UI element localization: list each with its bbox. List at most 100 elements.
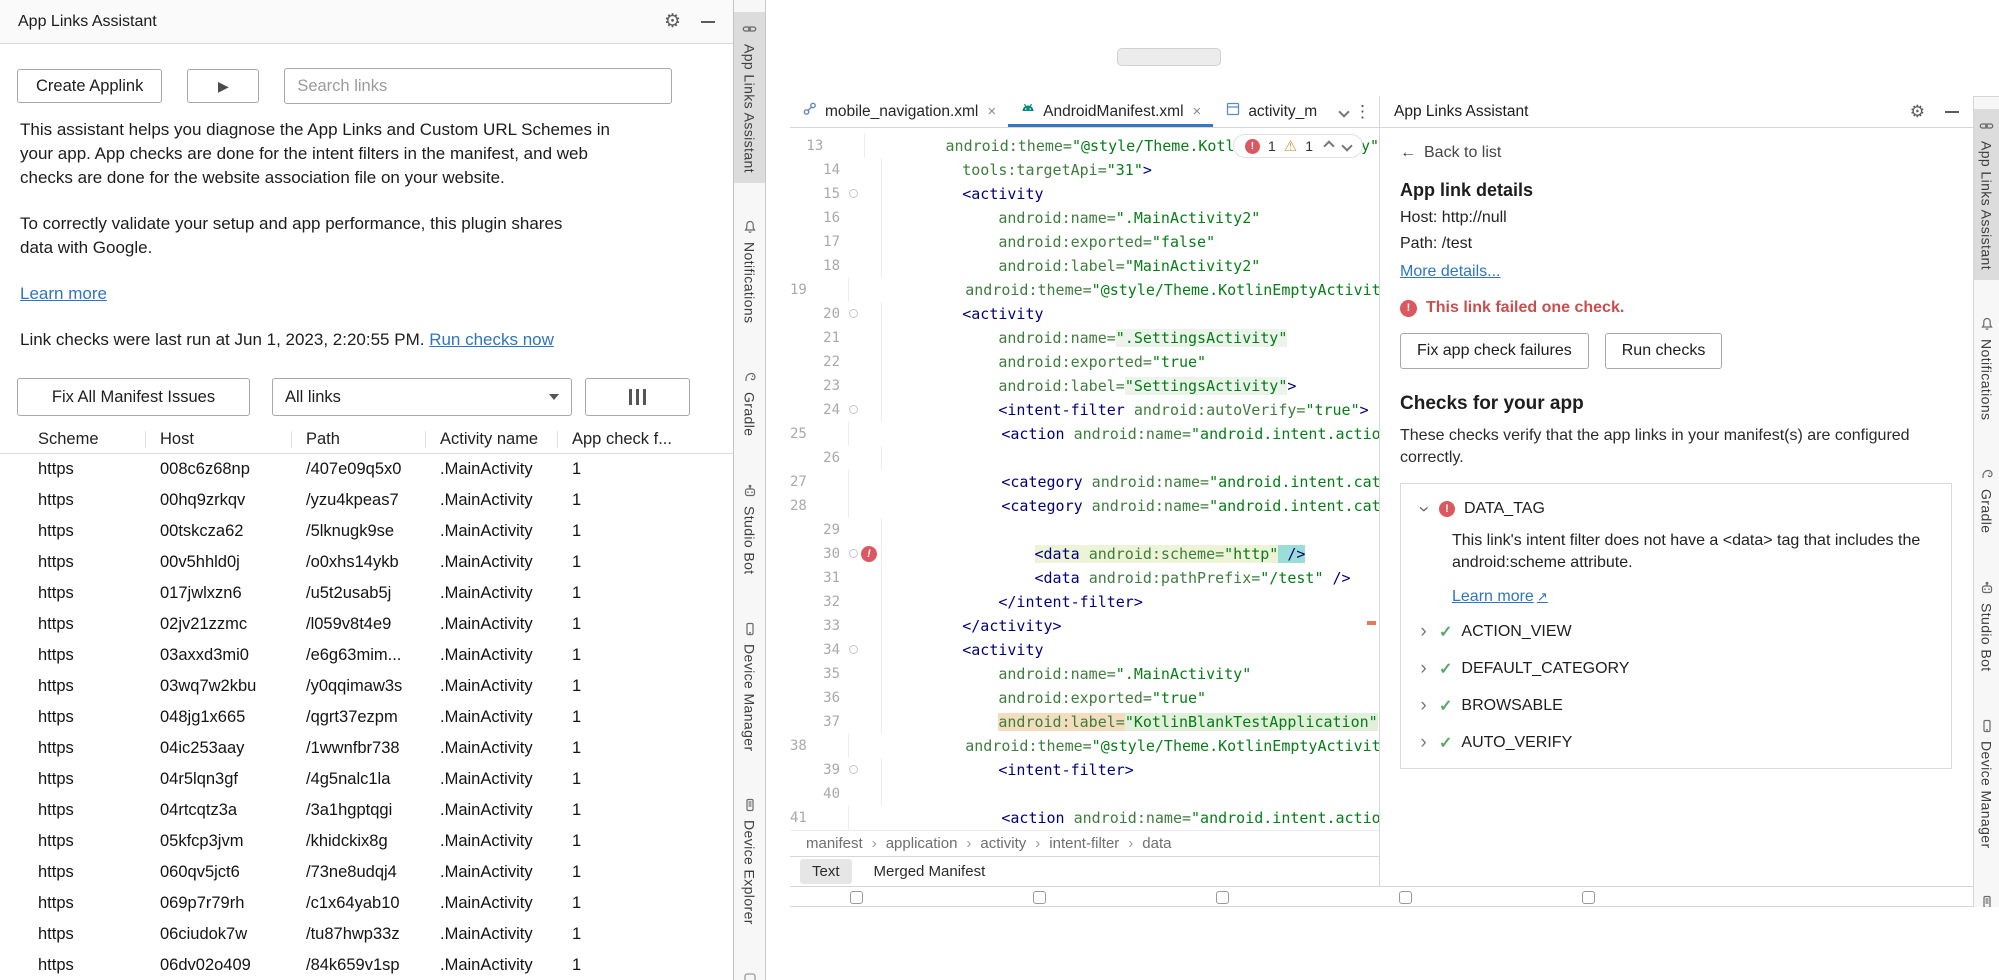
table-row[interactable]: https06ciudok7w/tu87hwp33z.MainActivity1 [0,919,733,950]
tab-merged-manifest[interactable]: Merged Manifest [862,859,998,884]
tool-icon[interactable] [1582,891,1595,904]
code-line[interactable]: 22 android:exported="true" [790,350,1379,374]
tab-text[interactable]: Text [800,859,852,884]
tab-mobile-navigation-xml[interactable]: mobile_navigation.xml × [790,96,1008,127]
create-applink-button[interactable]: Create Applink [17,69,162,103]
breadcrumb-item-manifest[interactable]: manifest [806,835,863,852]
tool-tab-gradle[interactable]: Gradle [734,360,765,446]
code-line[interactable]: 19 android:theme="@style/Theme.KotlinEmp… [790,278,1379,302]
back-to-list-link[interactable]: ← Back to list [1400,144,1501,162]
check-row-auto_verify[interactable]: ›✓AUTO_VERIFY [1417,732,1935,754]
error-stripe-mark[interactable] [1367,621,1376,625]
column-header[interactable]: Path [306,426,440,453]
gear-icon[interactable]: ⚙ [664,12,681,31]
table-row[interactable]: https04ic253aay/1wwnfbr738.MainActivity1 [0,733,733,764]
code-editor[interactable]: 13 android:theme="@style/Theme.KotlinEmp… [790,128,1379,830]
column-header[interactable]: App check f... [572,426,733,453]
code-line[interactable]: 30! <data android:scheme="http" /> [790,542,1379,566]
code-line[interactable]: 34 <activity [790,638,1379,662]
tool-tab-device-explorer[interactable]: Device Explorer [734,788,765,935]
tab-androidmanifest-xml[interactable]: AndroidManifest.xml × [1008,96,1213,127]
breadcrumb-item-data[interactable]: data [1142,835,1171,852]
code-line[interactable]: 21 android:name=".SettingsActivity" [790,326,1379,350]
table-row[interactable]: https00tskcza62/5lknugk9se.MainActivity1 [0,516,733,547]
more-details-link[interactable]: More details... [1400,263,1500,281]
code-line[interactable]: 27 <category android:name="android.inten… [790,470,1379,494]
table-row[interactable]: https05kfcp3jvm/khidckix8g.MainActivity1 [0,826,733,857]
tool-tab-device-manager[interactable]: Device Manager [734,612,765,762]
gutter-error-icon[interactable]: ! [861,546,877,562]
tool-tab-fragment[interactable] [734,962,765,980]
run-checks-button[interactable]: Run checks [1605,333,1723,369]
tool-tab-device-explorer[interactable]: Device Explorer [1974,885,1999,907]
breadcrumb-item-intent-filter[interactable]: intent-filter [1049,835,1119,852]
table-row[interactable]: https069p7r79rh/c1x64yab10.MainActivity1 [0,888,733,919]
fix-app-check-failures-button[interactable]: Fix app check failures [1400,333,1589,369]
tool-tab-studio-bot[interactable]: Studio Bot [1974,571,1999,682]
tool-tab-notifications[interactable]: Notifications [1974,307,1999,430]
close-icon[interactable]: × [987,103,996,120]
code-line[interactable]: 32 </intent-filter> [790,590,1379,614]
table-row[interactable]: https008c6z68np/407e09q5x0.MainActivity1 [0,454,733,485]
tool-icon[interactable] [1399,891,1412,904]
prev-issue-chevron-icon[interactable] [1323,140,1334,151]
code-line[interactable]: 15 <activity [790,182,1379,206]
code-line[interactable]: 33 </activity> [790,614,1379,638]
run-checks-now-link[interactable]: Run checks now [429,330,554,349]
links-filter-dropdown[interactable]: All links [272,378,572,416]
fold-marker-icon[interactable] [849,309,858,318]
table-row[interactable]: https03wq7w2kbu/y0qqimaw3s.MainActivity1 [0,671,733,702]
search-links-input[interactable] [284,68,672,104]
column-header[interactable]: Scheme [38,426,160,453]
hidden-tabs-chevron-icon[interactable] [1333,96,1354,127]
check-row-action_view[interactable]: ›✓ACTION_VIEW [1417,621,1935,643]
tool-tab-device-manager[interactable]: Device Manager [1974,709,1999,859]
code-line[interactable]: 38 android:theme="@style/Theme.KotlinEmp… [790,734,1379,758]
code-line[interactable]: 17 android:exported="false" [790,230,1379,254]
code-line[interactable]: 29 [790,518,1379,542]
code-line[interactable]: 35 android:name=".MainActivity" [790,662,1379,686]
tool-tab-gradle[interactable]: Gradle [1974,457,1999,543]
table-row[interactable]: https02jv21zzmc/l059v8t4e9.MainActivity1 [0,609,733,640]
table-row[interactable]: https03axxd3mi0/e6g63mim....MainActivity… [0,640,733,671]
column-settings-button[interactable] [585,378,690,416]
table-row[interactable]: https00hq9zrkqv/yzu4kpeas7.MainActivity1 [0,485,733,516]
fix-all-manifest-issues-button[interactable]: Fix All Manifest Issues [17,378,250,416]
fold-marker-icon[interactable] [849,549,858,558]
close-icon[interactable]: × [1193,103,1202,120]
code-line[interactable]: 36 android:exported="true" [790,686,1379,710]
code-line[interactable]: 25 <action android:name="android.intent.… [790,422,1379,446]
check-row-data-tag[interactable]: › ! DATA_TAG [1417,498,1935,520]
tool-icon[interactable] [1216,891,1229,904]
minimize-icon[interactable] [701,21,715,23]
minimize-icon[interactable] [1945,111,1959,113]
table-row[interactable]: https048jg1x665/qgrt37ezpm.MainActivity1 [0,702,733,733]
code-line[interactable]: 40 [790,782,1379,806]
table-row[interactable]: https00v5hhld0j/o0xhs14ykb.MainActivity1 [0,547,733,578]
column-header[interactable]: Host [160,426,306,453]
tool-tab-app-links-assistant[interactable]: App Links Assistant [734,12,765,183]
run-button[interactable]: ▶ [187,69,259,103]
fold-marker-icon[interactable] [849,765,858,774]
learn-more-link[interactable]: Learn more↗ [1452,588,1548,605]
fold-marker-icon[interactable] [849,405,858,414]
code-line[interactable]: 41 <action android:name="android.intent.… [790,806,1379,830]
code-line[interactable]: 23 android:label="SettingsActivity"> [790,374,1379,398]
code-line[interactable]: 39 <intent-filter> [790,758,1379,782]
code-line[interactable]: 16 android:name=".MainActivity2" [790,206,1379,230]
table-row[interactable]: https04rtcqtz3a/3a1hgptqgi.MainActivity1 [0,795,733,826]
tool-tab-app-links-assistant[interactable]: App Links Assistant [1974,109,1999,280]
code-line[interactable]: 31 <data android:pathPrefix="/test" /> [790,566,1379,590]
tool-icon[interactable] [850,891,863,904]
gear-icon[interactable]: ⚙ [1910,103,1925,120]
fold-marker-icon[interactable] [849,189,858,198]
fold-marker-icon[interactable] [849,645,858,654]
code-line[interactable]: 28 <category android:name="android.inten… [790,494,1379,518]
code-line[interactable]: 26 [790,446,1379,470]
check-row-browsable[interactable]: ›✓BROWSABLE [1417,695,1935,717]
breadcrumb-item-application[interactable]: application [886,835,958,852]
table-row[interactable]: https06dv02o409/84k659v1sp.MainActivity1 [0,950,733,980]
column-header[interactable]: Activity name [440,426,572,453]
tool-tab-notifications[interactable]: Notifications [734,210,765,333]
check-row-default_category[interactable]: ›✓DEFAULT_CATEGORY [1417,658,1935,680]
